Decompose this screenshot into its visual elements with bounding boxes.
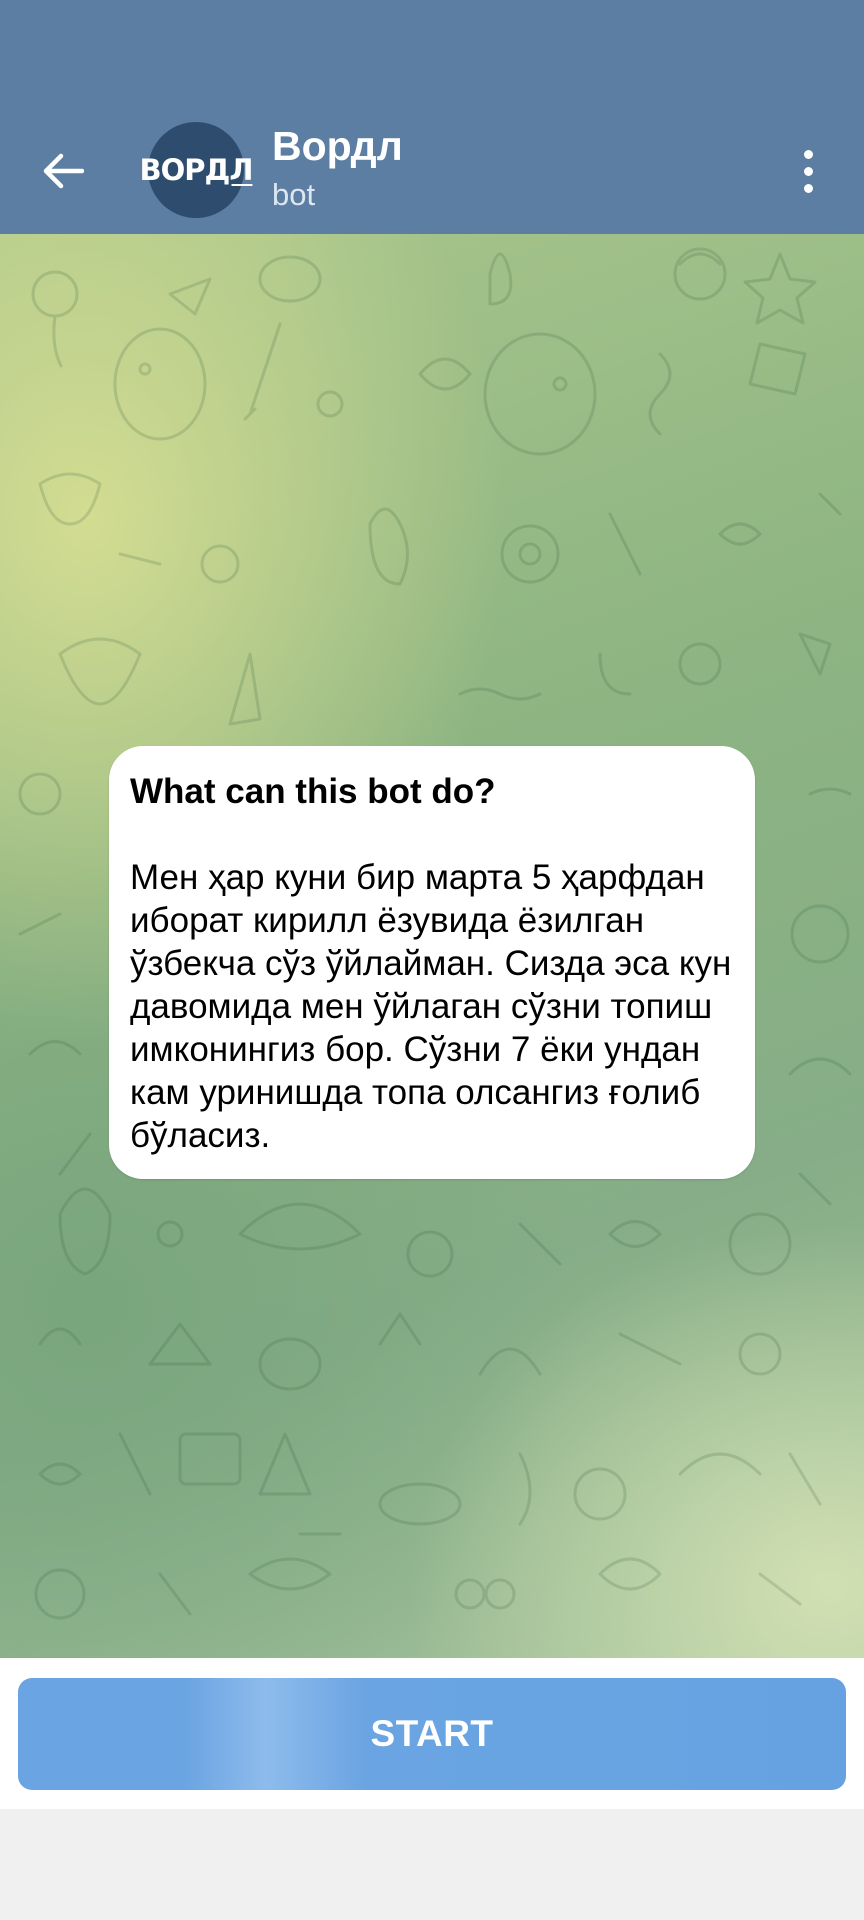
bottom-bar: START: [0, 1658, 864, 1809]
start-button[interactable]: START: [18, 1678, 846, 1790]
more-vertical-icon-dot: [803, 183, 813, 193]
more-options-button[interactable]: [786, 136, 830, 206]
bot-intro-message: What can this bot do? Мен ҳар куни бир м…: [109, 746, 755, 1179]
bot-intro-text: Мен ҳар куни бир марта 5 ҳарфдан иборат …: [130, 858, 732, 1155]
system-navigation-area: [0, 1809, 864, 1920]
arrow-left-icon: [43, 153, 84, 189]
avatar-text-primary: ВОР: [139, 153, 206, 187]
chat-area: What can this bot do? Мен ҳар куни бир м…: [0, 234, 864, 1658]
chat-subtitle: bot: [272, 177, 316, 212]
more-vertical-icon-dot: [803, 166, 813, 176]
more-vertical-icon-dot: [803, 149, 813, 159]
chat-header: ВОР ДЛ Вордл bot: [0, 0, 864, 234]
avatar-text-secondary: ДЛ: [204, 153, 254, 187]
avatar[interactable]: ВОР ДЛ: [140, 122, 253, 218]
back-button[interactable]: [28, 136, 98, 206]
bot-intro-title: What can this bot do?: [130, 772, 496, 811]
chat-title[interactable]: Вордл: [272, 122, 403, 170]
